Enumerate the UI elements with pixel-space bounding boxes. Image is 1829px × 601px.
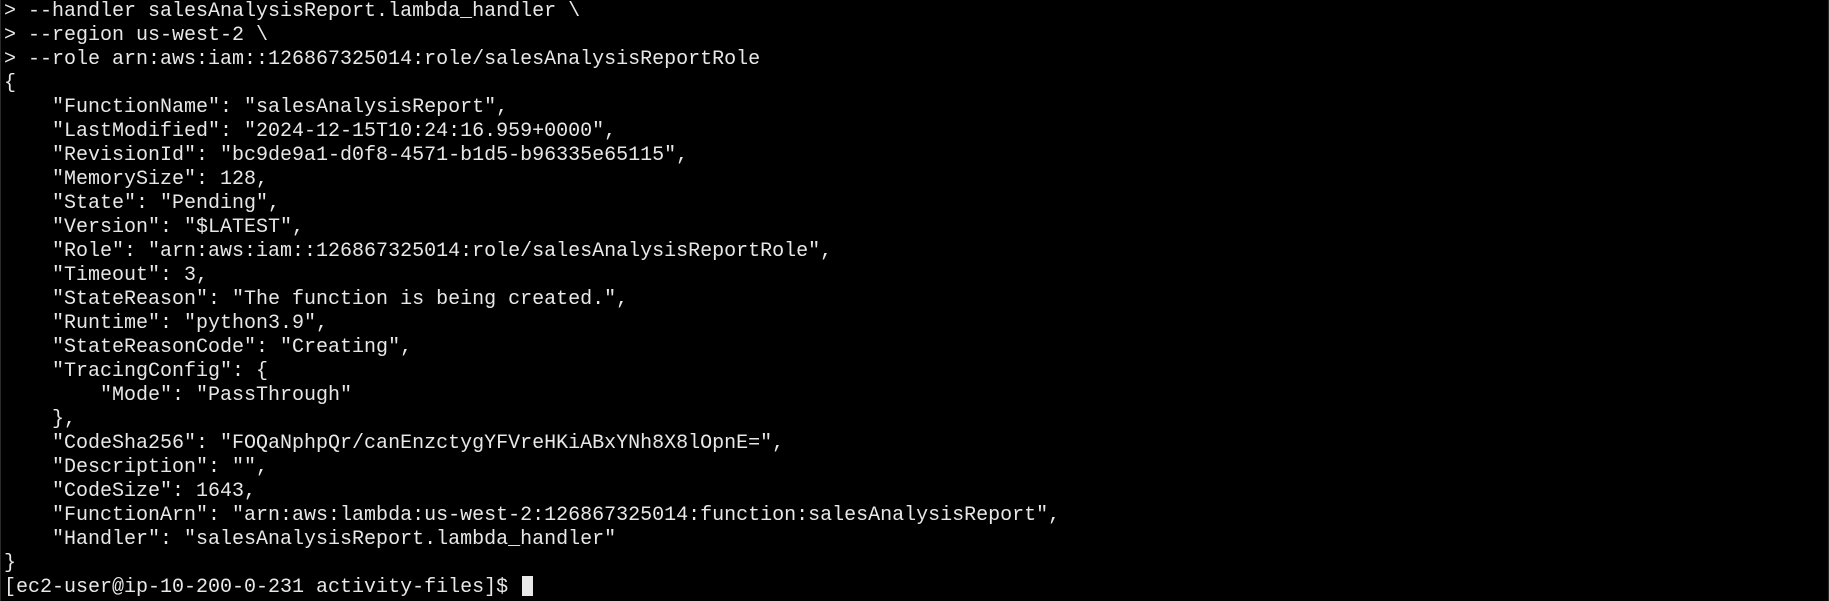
terminal-line: "StateReason": "The function is being cr… (4, 288, 629, 311)
terminal-line: "Version": "$LATEST", (4, 216, 305, 239)
terminal-line: { (4, 72, 17, 95)
terminal-line: "Handler": "salesAnalysisReport.lambda_h… (4, 528, 617, 551)
terminal-line: "Role": "arn:aws:iam::126867325014:role/… (4, 240, 833, 263)
terminal-line: "FunctionArn": "arn:aws:lambda:us-west-2… (4, 504, 1061, 527)
terminal-line: "CodeSize": 1643, (4, 480, 257, 503)
terminal-line: "Description": "", (4, 456, 269, 479)
terminal-line: "StateReasonCode": "Creating", (4, 336, 413, 359)
terminal-line: }, (4, 408, 77, 431)
shell-prompt: [ec2-user@ip-10-200-0-231 activity-files… (4, 576, 521, 599)
terminal-line: "CodeSha256": "FOQaNphpQr/canEnzctygYFVr… (4, 432, 785, 455)
terminal-line: "FunctionName": "salesAnalysisReport", (4, 96, 509, 119)
text-cursor (522, 576, 534, 596)
terminal-output: > --handler salesAnalysisReport.lambda_h… (4, 0, 1828, 576)
terminal-line: } (4, 552, 17, 575)
terminal-line: "State": "Pending", (4, 192, 281, 215)
prompt-line[interactable]: [ec2-user@ip-10-200-0-231 activity-files… (4, 576, 1828, 600)
terminal-line: "Timeout": 3, (4, 264, 209, 287)
terminal-line: "RevisionId": "bc9de9a1-d0f8-4571-b1d5-b… (4, 144, 689, 167)
terminal-line: > --region us-west-2 \ (4, 24, 269, 47)
terminal-line: "TracingConfig": { (4, 360, 269, 383)
terminal-line: "MemorySize": 128, (4, 168, 269, 191)
terminal-line: "Runtime": "python3.9", (4, 312, 329, 335)
terminal-line: > --role arn:aws:iam::126867325014:role/… (4, 48, 761, 71)
terminal-line: "Mode": "PassThrough" (4, 384, 353, 407)
terminal-line: "LastModified": "2024-12-15T10:24:16.959… (4, 120, 617, 143)
terminal-window[interactable]: > --handler salesAnalysisReport.lambda_h… (0, 0, 1829, 601)
terminal-line: > --handler salesAnalysisReport.lambda_h… (4, 0, 581, 23)
